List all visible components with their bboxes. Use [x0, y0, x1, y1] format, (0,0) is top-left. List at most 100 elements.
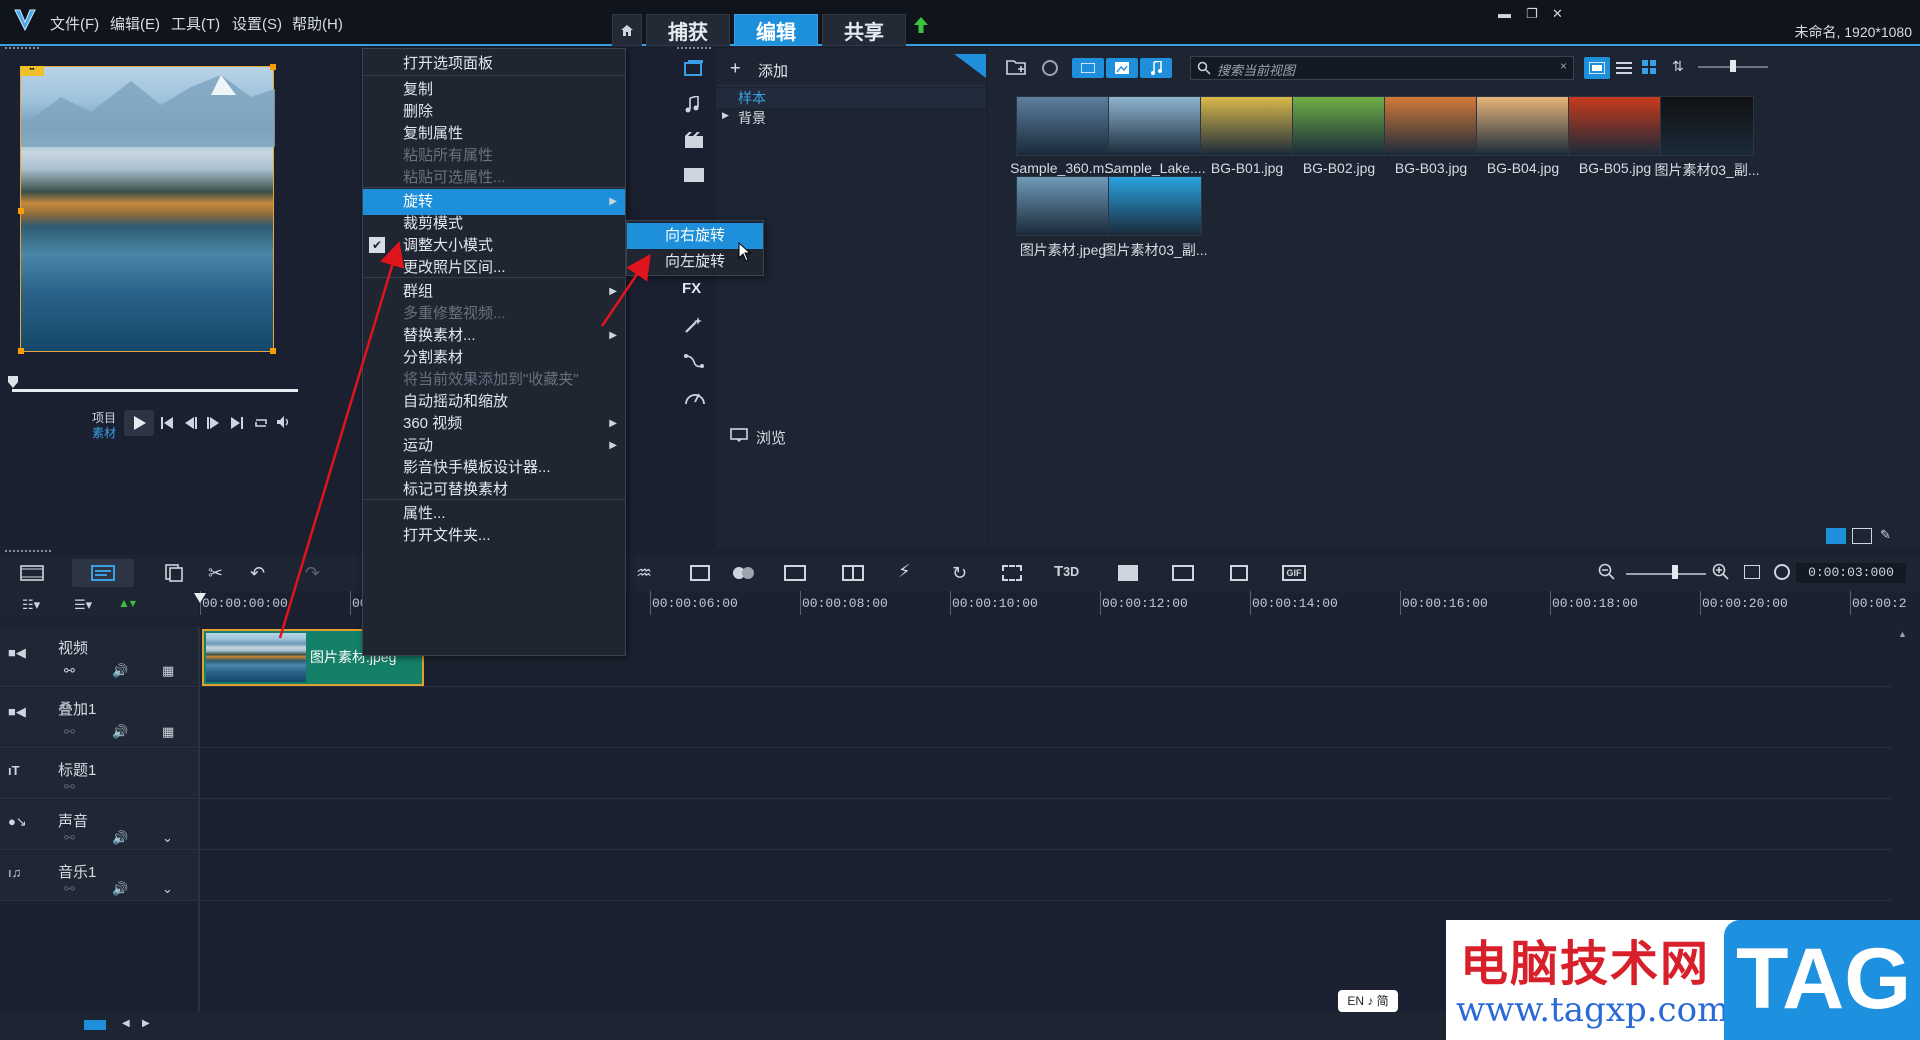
context-menu-item[interactable]: 标记可替换素材 — [363, 477, 625, 503]
fit-timeline-icon[interactable] — [84, 1020, 106, 1030]
clear-search-icon[interactable]: × — [1560, 59, 1567, 73]
insert-track-icon[interactable] — [164, 564, 184, 582]
menu-edit[interactable]: 编辑(E) — [110, 13, 160, 34]
link-icon[interactable]: ⚯ — [64, 881, 75, 897]
scroll-up-icon[interactable]: ▲ — [1898, 629, 1907, 639]
tree-item-sample[interactable]: 样本 — [716, 88, 986, 108]
menu-tools[interactable]: 工具(T) — [171, 13, 220, 34]
prev-frame-icon[interactable] — [184, 417, 198, 429]
audio-instant-icon[interactable] — [684, 96, 704, 114]
thumb-size-slider-handle[interactable] — [1730, 60, 1736, 72]
context-menu-item[interactable]: 更改照片区间... — [363, 255, 625, 281]
minimize-icon[interactable]: ▬ — [1498, 6, 1511, 21]
view-grid-icon[interactable] — [1642, 60, 1656, 74]
mix-icon[interactable] — [732, 565, 756, 581]
record-icon[interactable] — [690, 565, 710, 581]
library-thumbnail[interactable] — [1384, 96, 1478, 156]
undo-icon[interactable]: ↶ — [250, 563, 265, 584]
mute-icon[interactable]: 🔊 — [112, 663, 128, 679]
subtitle-icon[interactable] — [784, 565, 806, 581]
sort-icon[interactable]: ⇅ — [1672, 58, 1684, 75]
grid-icon[interactable]: ▦ — [162, 663, 174, 679]
speed-gauge-icon[interactable] — [684, 388, 706, 406]
library-edit-icon[interactable]: ✎ — [1880, 527, 1891, 543]
resize-handle[interactable] — [18, 348, 24, 354]
zoom-in-icon[interactable] — [1712, 563, 1730, 581]
multi-camera-icon[interactable] — [842, 565, 864, 581]
mask-icon[interactable] — [1118, 565, 1138, 581]
chapter-icon[interactable]: ☰▾ — [74, 597, 92, 613]
library-thumbnail[interactable] — [1476, 96, 1570, 156]
mute-icon[interactable]: 🔊 — [112, 881, 128, 897]
library-thumbnail[interactable] — [1200, 96, 1294, 156]
go-end-icon[interactable] — [230, 417, 244, 429]
tab-edit[interactable]: 编辑 — [734, 14, 818, 46]
storyboard-view-icon[interactable] — [20, 565, 44, 581]
split-screen-icon[interactable] — [1230, 565, 1248, 581]
zoom-slider[interactable] — [1626, 573, 1706, 575]
browse-icon[interactable] — [730, 428, 748, 442]
library-view-mode-icon[interactable] — [1826, 528, 1846, 544]
volume-icon[interactable] — [276, 415, 292, 429]
zoom-slider-handle[interactable] — [1672, 565, 1678, 579]
repeat-icon[interactable] — [253, 416, 269, 430]
tree-item-background[interactable]: ▶ 背景 — [716, 108, 986, 128]
link-icon[interactable]: ⚯ — [64, 830, 75, 846]
go-start-icon[interactable] — [160, 417, 174, 429]
context-menu-item[interactable]: 打开选项面板 — [363, 51, 625, 77]
filter-video-button[interactable] — [1072, 58, 1104, 78]
media-icon[interactable] — [684, 60, 704, 78]
add-folder-button[interactable]: 添加 — [758, 60, 788, 81]
mute-icon[interactable]: 🔊 — [112, 830, 128, 846]
marker-icon[interactable]: ▲▾ — [118, 596, 136, 610]
filter-audio-button[interactable] — [1140, 58, 1172, 78]
capture-icon[interactable] — [1042, 60, 1058, 76]
rotate-icon[interactable]: ↻ — [952, 563, 967, 584]
library-thumbnail[interactable] — [1016, 96, 1110, 156]
play-button[interactable] — [124, 410, 154, 436]
upload-icon[interactable] — [913, 16, 929, 34]
home-button[interactable] — [612, 14, 642, 46]
library-thumbnail[interactable] — [1660, 96, 1754, 156]
context-menu-item[interactable]: 打开文件夹... — [363, 523, 625, 549]
close-icon[interactable]: ✕ — [1552, 6, 1563, 22]
project-duration[interactable]: 0:00:03:000 — [1796, 563, 1906, 583]
magic-wand-icon[interactable] — [684, 316, 704, 334]
gif-icon[interactable]: GIF — [1282, 565, 1306, 581]
link-icon[interactable]: ⚯ — [64, 724, 75, 740]
track-lane-overlay[interactable] — [200, 688, 1892, 748]
next-frame-icon[interactable] — [206, 417, 220, 429]
audio-wave-icon[interactable]: ♒ — [636, 563, 652, 584]
view-list-icon[interactable] — [1616, 61, 1632, 75]
fit-project-icon[interactable] — [1744, 565, 1760, 579]
path-icon[interactable] — [684, 352, 704, 370]
restore-icon[interactable]: ❐ — [1526, 6, 1538, 22]
context-menu-item[interactable]: 粘贴可选属性... — [363, 165, 625, 191]
timeline-view-button[interactable] — [72, 559, 134, 587]
expand-arrow-icon[interactable]: ▶ — [722, 110, 729, 121]
search-box[interactable]: 搜索当前视图 × — [1190, 56, 1574, 80]
library-thumbnail[interactable] — [1108, 176, 1202, 236]
color-grading-icon[interactable] — [1172, 565, 1194, 581]
resize-handle[interactable] — [270, 64, 276, 70]
menu-settings[interactable]: 设置(S) — [232, 13, 282, 34]
3d-title-icon[interactable]: T3D — [1054, 563, 1079, 580]
library-thumbnail[interactable] — [1292, 96, 1386, 156]
filter-photo-button[interactable] — [1106, 58, 1138, 78]
track-lane-title[interactable] — [200, 749, 1892, 799]
mute-icon[interactable]: 🔊 — [112, 724, 128, 740]
link-icon[interactable]: ⚯ — [64, 663, 75, 679]
add-icon[interactable]: + — [730, 58, 741, 79]
tab-share[interactable]: 共享 — [822, 14, 906, 46]
resize-handle[interactable] — [18, 208, 24, 214]
motion-icon[interactable]: ⚡ — [898, 561, 911, 582]
tab-capture[interactable]: 捕获 — [646, 14, 730, 46]
library-thumbnail[interactable] — [1108, 96, 1202, 156]
instant-project-icon[interactable] — [684, 132, 704, 150]
ime-indicator[interactable]: EN ♪ 简 — [1338, 990, 1398, 1012]
redo-icon[interactable]: ↷ — [305, 563, 320, 584]
transition-icon[interactable] — [684, 168, 704, 182]
link-icon[interactable]: ⚯ — [64, 779, 75, 795]
fx-icon[interactable]: FX — [682, 280, 701, 297]
tools-icon[interactable]: ✂ — [208, 563, 223, 584]
